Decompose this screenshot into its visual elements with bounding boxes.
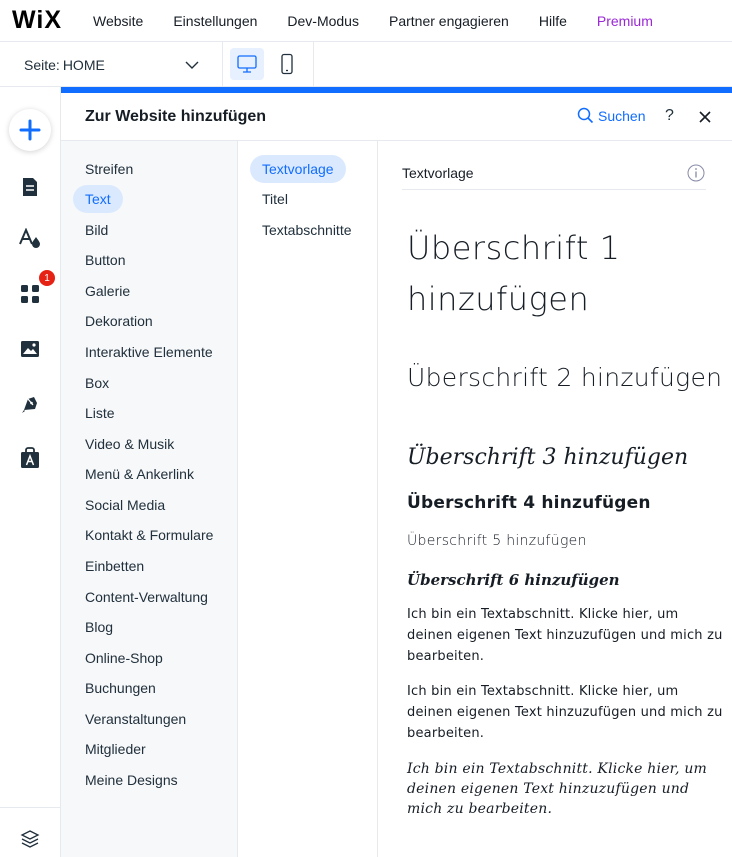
heading-1-preset[interactable]: Überschrift 1 hinzufügen (407, 223, 707, 325)
page-selector[interactable]: Seite: HOME (0, 42, 223, 87)
theme-icon (19, 228, 40, 248)
heading-4-preset[interactable]: Überschrift 4 hinzufügen (407, 493, 651, 513)
category-kontakt-formulare[interactable]: Kontakt & Formulare (73, 521, 225, 549)
section-divider (402, 189, 706, 190)
panel-header: Zur Website hinzufügen Suchen ? (61, 93, 732, 141)
media-icon (21, 341, 39, 357)
paragraph-3-preset[interactable]: Ich bin ein Textabschnitt. Klicke hier, … (407, 759, 725, 819)
search-button[interactable]: Suchen (577, 107, 645, 124)
heading-6-preset[interactable]: Überschrift 6 hinzufügen (407, 571, 620, 589)
heading-5-preset[interactable]: Überschrift 5 hinzufügen (407, 533, 587, 549)
add-icon (19, 119, 41, 141)
page-toolbar: Seite: HOME (0, 42, 732, 87)
category-button[interactable]: Button (73, 246, 137, 274)
category-box[interactable]: Box (73, 369, 121, 397)
search-label: Suchen (598, 107, 646, 124)
category-menue-ankerlink[interactable]: Menü & Ankerlink (73, 460, 206, 488)
category-bild[interactable]: Bild (73, 216, 120, 244)
subcategory-textabschnitte[interactable]: Textabschnitte (250, 216, 364, 244)
pages-icon (23, 178, 37, 196)
apps-badge: 1 (39, 270, 55, 286)
paragraph-2-preset[interactable]: Ich bin ein Textabschnitt. Klicke hier, … (407, 681, 725, 744)
section-title: Textvorlage (402, 165, 474, 181)
subcategory-textvorlage[interactable]: Textvorlage (250, 155, 346, 183)
tool-rail: 1 (0, 87, 61, 857)
info-icon[interactable] (687, 164, 705, 182)
category-galerie[interactable]: Galerie (73, 277, 142, 305)
top-nav: Website Einstellungen Dev-Modus Partner … (82, 13, 672, 29)
category-blog[interactable]: Blog (73, 613, 125, 641)
nav-einstellungen[interactable]: Einstellungen (173, 13, 257, 29)
layers-icon (20, 830, 40, 848)
pages-button[interactable] (12, 169, 48, 205)
category-einbetten[interactable]: Einbetten (73, 552, 156, 580)
desktop-icon (237, 55, 257, 73)
page-selector-label: Seite: (24, 56, 60, 73)
device-divider (313, 42, 314, 87)
category-buchungen[interactable]: Buchungen (73, 674, 168, 702)
page-selector-value: HOME (62, 56, 105, 73)
subcategory-titel[interactable]: Titel (250, 185, 300, 213)
help-button[interactable]: ? (665, 107, 674, 125)
mobile-view-button[interactable] (270, 48, 304, 80)
pen-icon (22, 397, 37, 413)
mobile-icon (281, 53, 293, 75)
nav-dev-modus[interactable]: Dev-Modus (287, 13, 359, 29)
chevron-down-icon (185, 61, 199, 69)
category-list: Streifen Text Bild Button Galerie Dekora… (61, 141, 238, 857)
subcategory-list: Textvorlage Titel Textabschnitte (238, 141, 378, 857)
category-streifen[interactable]: Streifen (73, 155, 145, 183)
close-icon[interactable] (697, 109, 713, 125)
add-elements-button[interactable] (9, 109, 51, 151)
apps-icon (21, 285, 39, 303)
wix-logo[interactable]: WiX (12, 6, 82, 35)
preview-area: Textvorlage Überschrift 1 hinzufügen Übe… (378, 141, 732, 857)
category-liste[interactable]: Liste (73, 399, 127, 427)
category-content-verwaltung[interactable]: Content-Verwaltung (73, 583, 220, 611)
nav-premium[interactable]: Premium (597, 13, 653, 29)
paragraph-1-preset[interactable]: Ich bin ein Textabschnitt. Klicke hier, … (407, 604, 725, 667)
category-veranstaltungen[interactable]: Veranstaltungen (73, 705, 198, 733)
category-interaktive-elemente[interactable]: Interaktive Elemente (73, 338, 225, 366)
category-online-shop[interactable]: Online-Shop (73, 644, 175, 672)
category-social-media[interactable]: Social Media (73, 491, 177, 519)
theme-button[interactable] (12, 221, 48, 257)
business-button[interactable] (12, 440, 48, 476)
top-bar: WiX Website Einstellungen Dev-Modus Part… (0, 0, 732, 42)
business-icon (21, 447, 39, 468)
blog-button[interactable] (12, 386, 48, 422)
desktop-view-button[interactable] (230, 48, 264, 80)
category-text[interactable]: Text (73, 185, 123, 213)
nav-partner[interactable]: Partner engagieren (389, 13, 509, 29)
category-mitglieder[interactable]: Mitglieder (73, 735, 158, 763)
category-video-musik[interactable]: Video & Musik (73, 430, 186, 458)
panel-title: Zur Website hinzufügen (85, 108, 267, 125)
media-button[interactable] (12, 331, 48, 367)
nav-website[interactable]: Website (93, 13, 143, 29)
heading-2-preset[interactable]: Überschrift 2 hinzufügen (407, 363, 722, 392)
layers-button[interactable] (12, 821, 48, 857)
nav-hilfe[interactable]: Hilfe (539, 13, 567, 29)
rail-divider (0, 807, 61, 808)
heading-3-preset[interactable]: Überschrift 3 hinzufügen (407, 445, 688, 470)
search-icon (577, 107, 594, 124)
category-meine-designs[interactable]: Meine Designs (73, 766, 190, 794)
category-dekoration[interactable]: Dekoration (73, 307, 165, 335)
